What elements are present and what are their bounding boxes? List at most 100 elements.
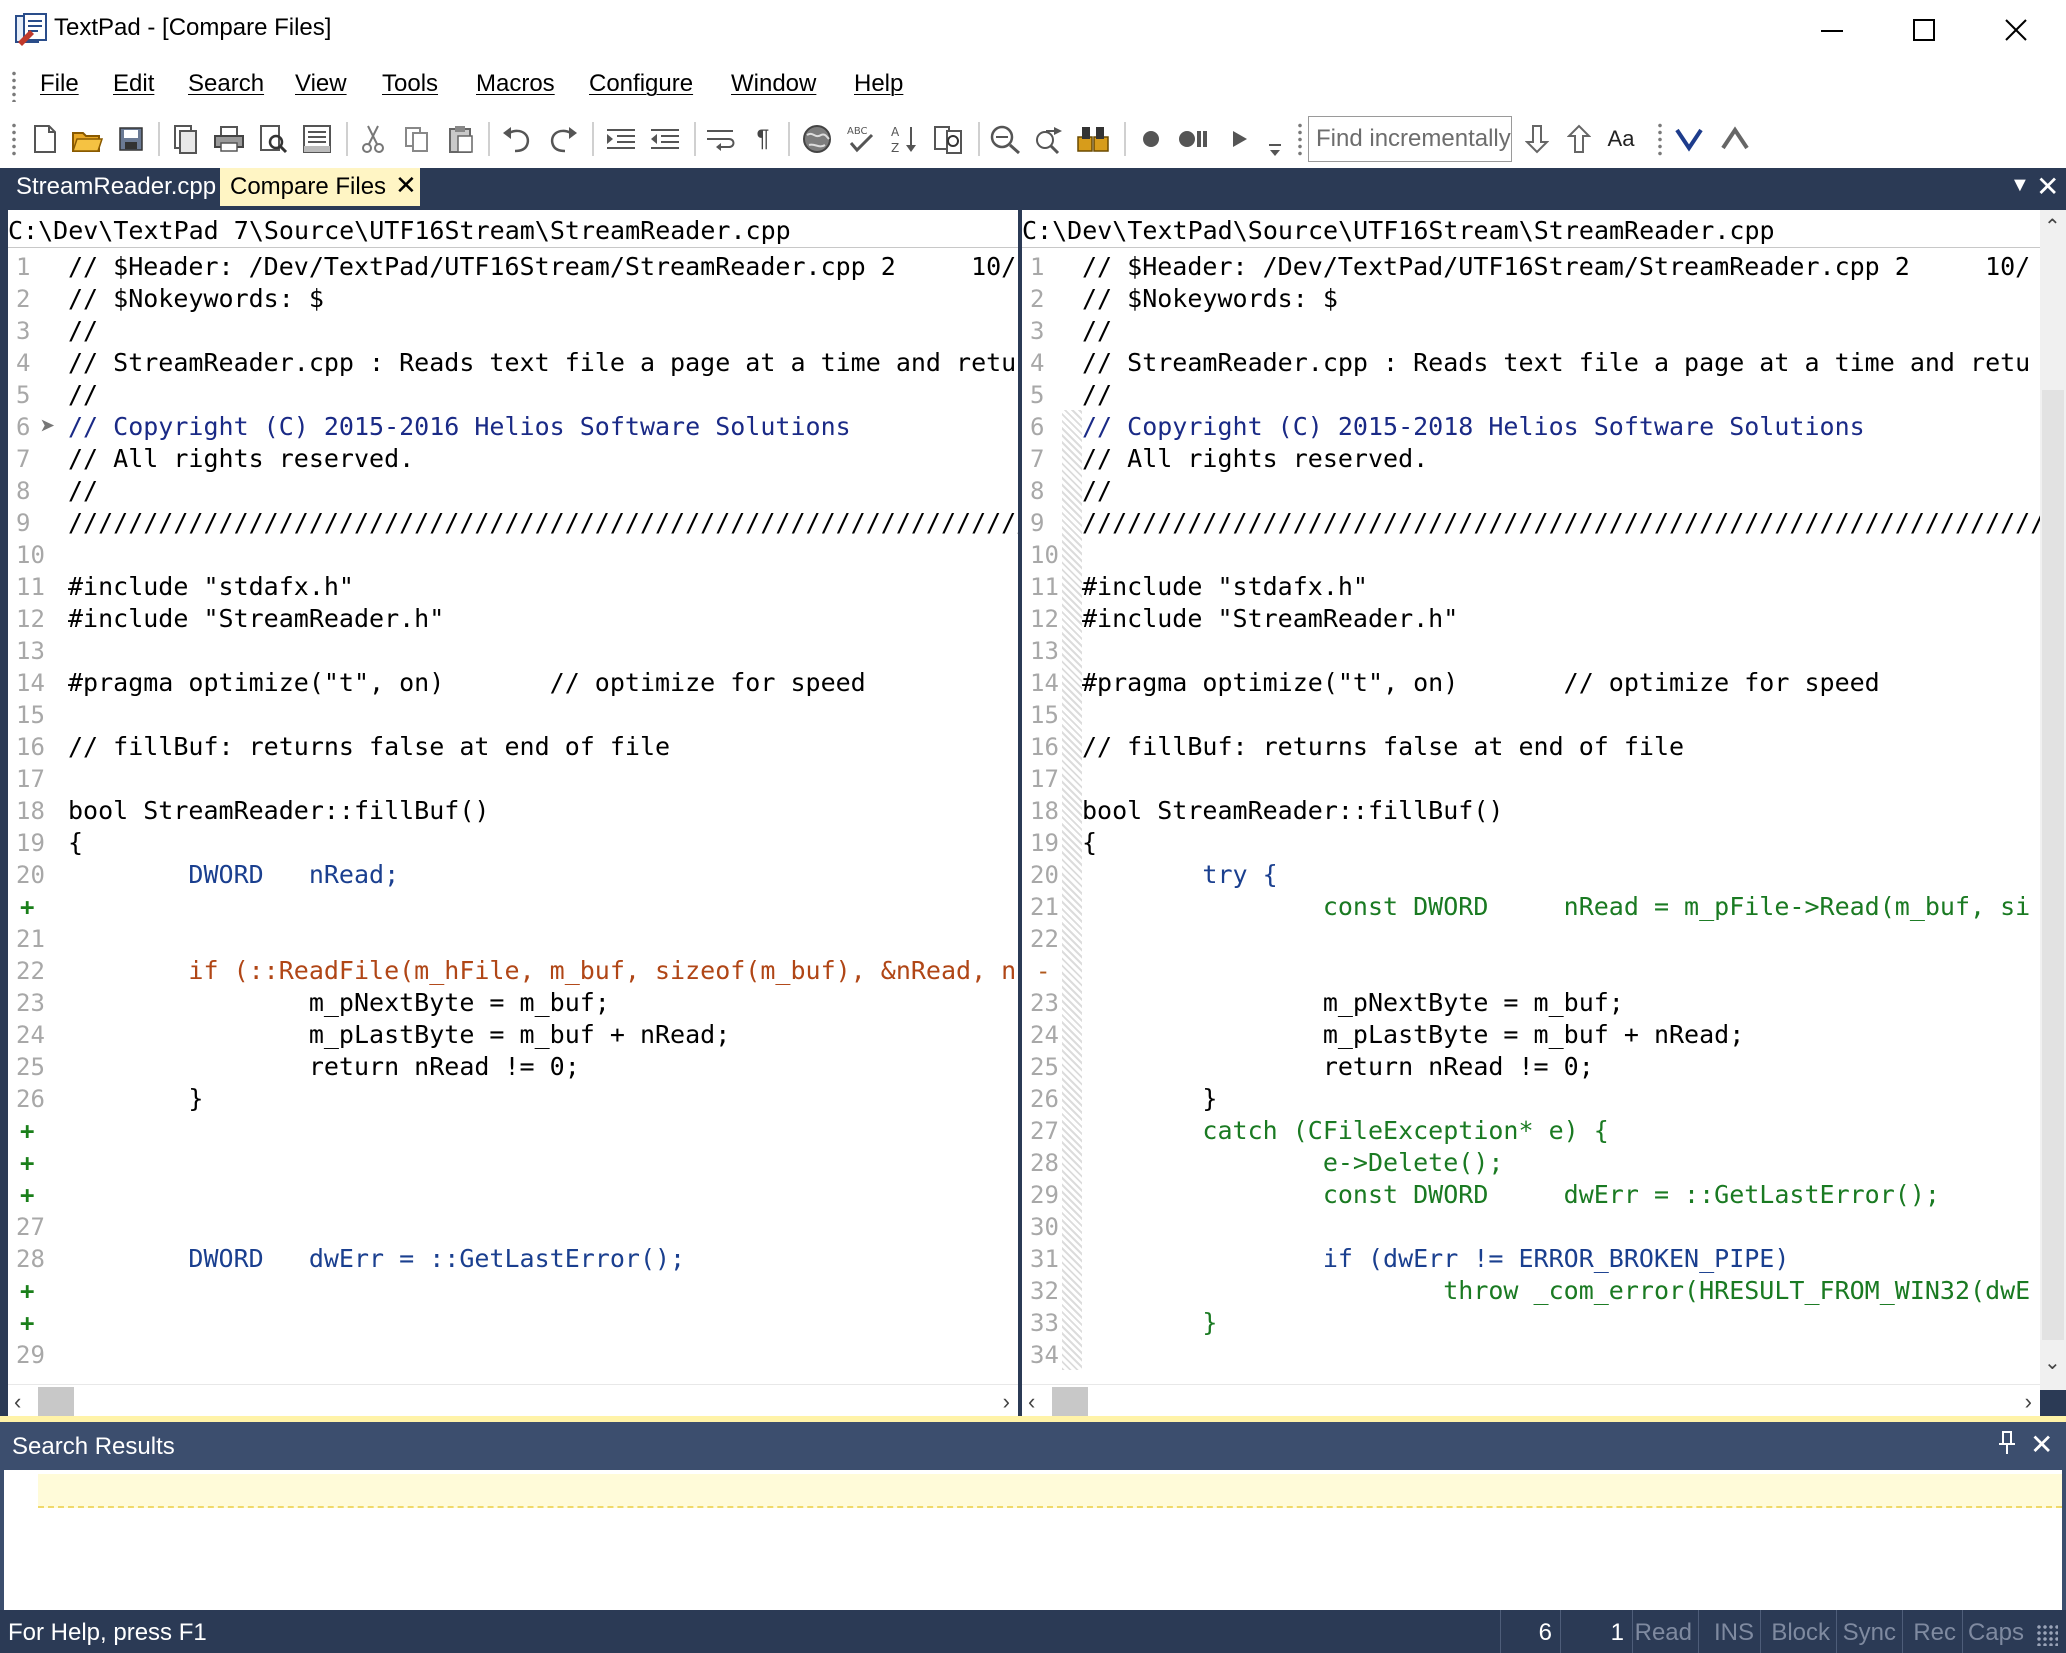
code-line[interactable]: 19 { (8, 826, 1018, 858)
code-line[interactable]: 4 // StreamReader.cpp : Reads text file a… (8, 346, 1018, 378)
minimize-button[interactable] (1786, 0, 1878, 60)
pilcrow-icon[interactable]: ¶ (746, 122, 780, 156)
mark-previous-icon[interactable] (1718, 122, 1752, 156)
menu-macros[interactable]: Macros (476, 70, 555, 98)
code-line[interactable]: 12 #include "StreamReader.h" (1022, 602, 2040, 634)
code-line[interactable]: 26 } (8, 1082, 1018, 1114)
resize-grip-icon[interactable] (2036, 1624, 2058, 1646)
code-line[interactable]: 27 catch (CFileException* e) { (1022, 1114, 2040, 1146)
code-line[interactable]: 13 (8, 634, 1018, 666)
right-compare-pane[interactable]: C:\Dev\TextPad\Source\UTF16Stream\Stream… (1022, 210, 2040, 1418)
scroll-thumb[interactable] (38, 1387, 74, 1417)
code-line[interactable]: 14 #pragma optimize("t", on) // optimize … (1022, 666, 2040, 698)
find-icon[interactable] (988, 122, 1022, 156)
mark-toolbar-grip[interactable] (1658, 122, 1662, 156)
code-line[interactable]: 18 bool StreamReader::fillBuf() (1022, 794, 2040, 826)
record-macro-icon[interactable] (1134, 122, 1168, 156)
search-result-row[interactable] (38, 1474, 2062, 1508)
scroll-right-icon[interactable]: › (1003, 1389, 1010, 1415)
match-case-icon[interactable]: Aa (1604, 122, 1638, 156)
code-line[interactable]: 11 #include "stdafx.h" (8, 570, 1018, 602)
menu-search[interactable]: Search (188, 70, 264, 98)
close-tab-icon[interactable]: ✕ (395, 170, 417, 201)
paste-icon[interactable] (444, 122, 478, 156)
pause-macro-icon[interactable] (1176, 122, 1210, 156)
code-line[interactable]: + (8, 1146, 1018, 1178)
code-line[interactable]: 16// fillBuf: returns false at end of fi… (1022, 730, 2040, 762)
code-line[interactable]: 8// (8, 474, 1018, 506)
code-line[interactable]: 24 m_pLastByte = m_buf + nRead; (8, 1018, 1018, 1050)
tab-compare-files[interactable]: Compare Files ✕ (220, 168, 420, 206)
code-line[interactable]: 25 return nRead != 0; (8, 1050, 1018, 1082)
code-line[interactable]: 10 (8, 538, 1018, 570)
mark-next-icon[interactable] (1672, 122, 1706, 156)
close-panel-icon[interactable]: ✕ (2030, 1428, 2053, 1461)
right-horizontal-scrollbar[interactable]: ‹ › (1022, 1384, 2040, 1418)
code-line[interactable]: 12 #include "StreamReader.h" (8, 602, 1018, 634)
print-preview-icon[interactable] (256, 122, 290, 156)
new-file-icon[interactable] (28, 122, 62, 156)
code-line[interactable]: 22 if (::ReadFile(m_hFile, m_buf, sizeof… (8, 954, 1018, 986)
search-results-list[interactable] (0, 1470, 2066, 1610)
code-line[interactable]: 29 (8, 1338, 1018, 1370)
code-line[interactable]: 28 e->Delete(); (1022, 1146, 2040, 1178)
code-line[interactable]: + (8, 1114, 1018, 1146)
spell-check-icon[interactable]: ABC (844, 122, 878, 156)
scroll-left-icon[interactable]: ‹ (14, 1389, 21, 1415)
code-line[interactable]: 20 DWORD nRead; (8, 858, 1018, 890)
maximize-button[interactable] (1878, 0, 1970, 60)
code-line[interactable]: 22 (1022, 922, 2040, 954)
code-line[interactable]: + (8, 890, 1018, 922)
code-line[interactable]: + (8, 1274, 1018, 1306)
code-line[interactable]: 9///////////////////////////////////////… (1022, 506, 2040, 538)
code-line[interactable]: 14 #pragma optimize("t", on) // optimize … (8, 666, 1018, 698)
code-line[interactable]: 8// (1022, 474, 2040, 506)
code-line[interactable]: 5 // (1022, 378, 2040, 410)
find-next-down-icon[interactable] (1520, 122, 1554, 156)
code-line[interactable]: 7// All rights reserved. (1022, 442, 2040, 474)
status-sync-scroll[interactable]: Sync (1836, 1610, 1902, 1653)
menu-view[interactable]: View (295, 70, 347, 98)
code-line[interactable]: 32 throw _com_error(HRESULT_FROM_WIN32(d… (1022, 1274, 2040, 1306)
right-vertical-scrollbar[interactable]: ⌃ ⌄ (2040, 210, 2066, 1390)
undo-icon[interactable] (500, 122, 534, 156)
menu-file[interactable]: File (40, 70, 79, 98)
code-line[interactable]: 15 (8, 698, 1018, 730)
code-line[interactable]: 1 // $Header: /Dev/TextPad/UTF16Stream/St… (1022, 250, 2040, 282)
menu-tools[interactable]: Tools (382, 70, 438, 98)
code-line[interactable]: 10 (1022, 538, 2040, 570)
code-line[interactable]: 7// All rights reserved. (8, 442, 1018, 474)
compare-icon[interactable] (932, 122, 966, 156)
status-recording[interactable]: Rec (1902, 1610, 1962, 1653)
find-toolbar-grip[interactable] (1298, 122, 1302, 156)
code-line[interactable]: + (8, 1306, 1018, 1338)
toolbar-grip[interactable] (12, 122, 16, 156)
left-compare-pane[interactable]: C:\Dev\TextPad 7\Source\UTF16Stream\Stre… (8, 210, 1018, 1418)
status-block-mode[interactable]: Block (1760, 1610, 1836, 1653)
code-line[interactable]: 26 } (1022, 1082, 2040, 1114)
sort-icon[interactable]: AZ (888, 122, 922, 156)
code-line[interactable]: 15 (1022, 698, 2040, 730)
menu-help[interactable]: Help (854, 70, 903, 98)
outdent-icon[interactable] (648, 122, 682, 156)
word-wrap-icon[interactable] (704, 122, 738, 156)
code-line[interactable]: 3 // (1022, 314, 2040, 346)
code-line[interactable]: 5 // (8, 378, 1018, 410)
menu-grip[interactable] (12, 70, 16, 102)
left-horizontal-scrollbar[interactable]: ‹ › (8, 1384, 1018, 1418)
indent-icon[interactable] (604, 122, 638, 156)
code-line[interactable]: 13 (1022, 634, 2040, 666)
scroll-thumb[interactable] (1052, 1387, 1088, 1417)
scroll-left-icon[interactable]: ‹ (1028, 1389, 1035, 1415)
web-icon[interactable] (800, 122, 834, 156)
document-properties-icon[interactable] (300, 122, 334, 156)
tab-list-dropdown-icon[interactable]: ▼ (2010, 174, 2030, 197)
code-line[interactable]: + (8, 1178, 1018, 1210)
code-line[interactable]: 33 } (1022, 1306, 2040, 1338)
close-window-button[interactable] (1970, 0, 2062, 60)
code-line[interactable]: 3 // (8, 314, 1018, 346)
code-line[interactable]: 16// fillBuf: returns false at end of fi… (8, 730, 1018, 762)
copy-file-icon[interactable] (168, 122, 202, 156)
code-line[interactable]: 24 m_pLastByte = m_buf + nRead; (1022, 1018, 2040, 1050)
code-line[interactable]: 27 (8, 1210, 1018, 1242)
